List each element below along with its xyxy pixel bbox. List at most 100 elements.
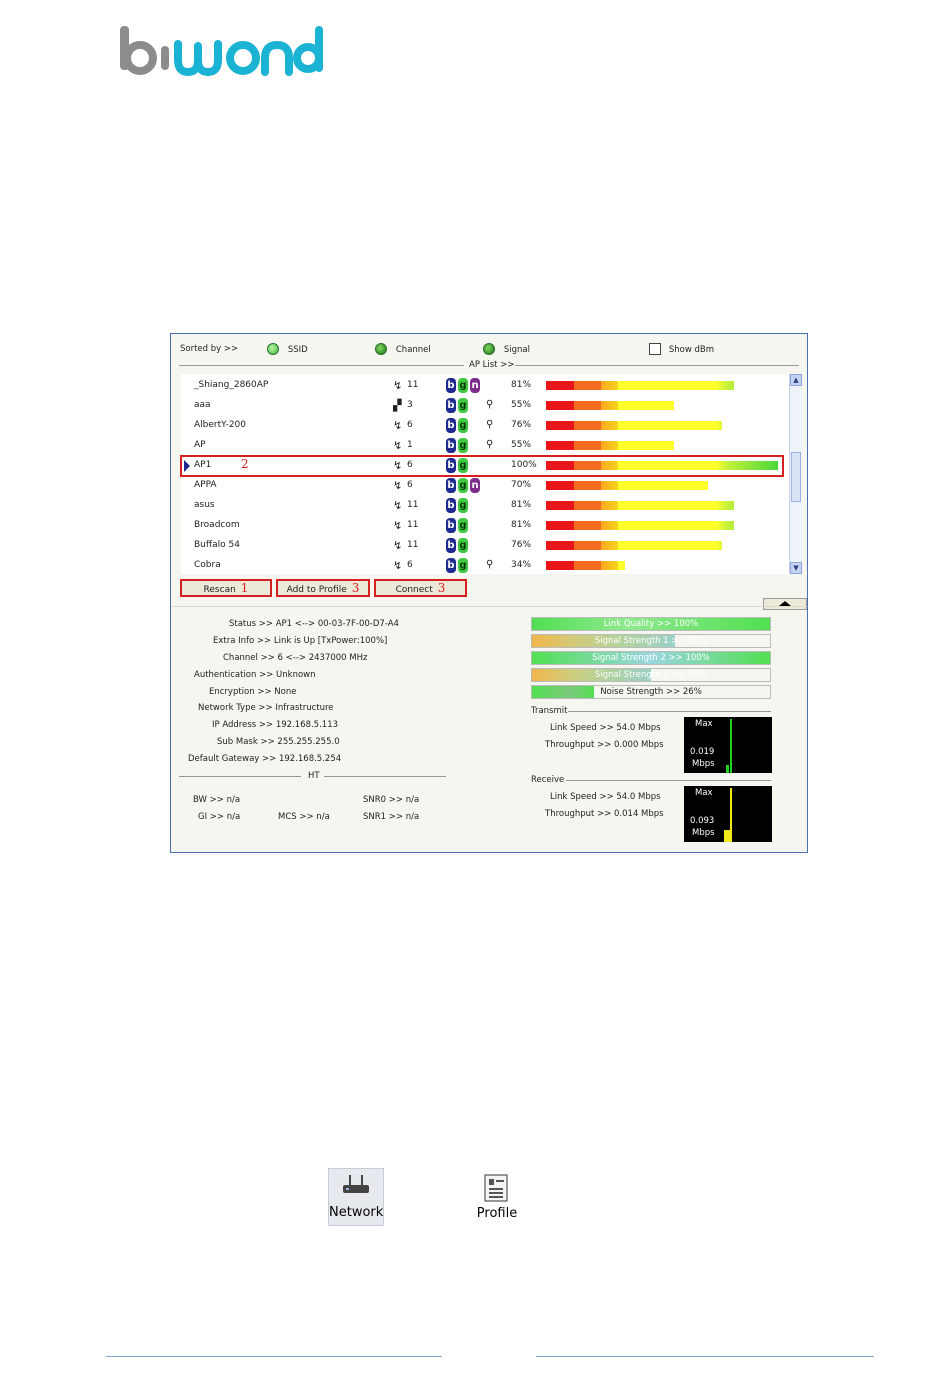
- mode-b-icon: b: [446, 518, 456, 533]
- biwond-logo: [118, 20, 328, 90]
- ap-ssid: AlbertY-200: [194, 420, 246, 430]
- mode-g-icon: g: [458, 498, 468, 513]
- connect-label: Connect: [395, 585, 433, 595]
- ap-row[interactable]: Cobra ↯ 6 b g ⚲ 34%: [181, 556, 783, 576]
- ap-signal-bar: [546, 421, 722, 430]
- link-quality-text: Link Quality >> 100%: [603, 619, 699, 629]
- ap-row[interactable]: APPA ↯ 6 b g n 70%: [181, 476, 783, 496]
- ap-ssid: Cobra: [194, 560, 221, 570]
- rescan-label: Rescan: [203, 585, 236, 595]
- network-label: Network: [329, 1205, 384, 1220]
- add-to-profile-button[interactable]: Add to Profile 3: [276, 579, 370, 597]
- ap-signal-percent: 70%: [511, 480, 532, 490]
- mode-g-icon: g: [458, 438, 468, 453]
- ap-signal-bar: [546, 501, 734, 510]
- ap-ssid: Broadcom: [194, 520, 240, 530]
- profile-app-icon[interactable]: Profile: [470, 1172, 524, 1228]
- mode-g-icon: g: [458, 558, 468, 573]
- ap-signal-percent: 81%: [511, 500, 532, 510]
- scroll-up-icon[interactable]: ▲: [790, 374, 802, 386]
- ap-channel: 11: [407, 540, 419, 550]
- ap-channel: 6: [407, 560, 413, 570]
- tx-throughput-text: Throughput >> 0.000 Mbps: [545, 740, 664, 750]
- mode-g-icon: g: [458, 418, 468, 433]
- mode-g-icon: g: [458, 538, 468, 553]
- selected-arrow-icon: [184, 460, 190, 472]
- snr0-text: SNR0 >> n/a: [363, 795, 420, 805]
- ap-row[interactable]: _Shiang_2860AP ↯ 11 b g n 81%: [181, 376, 783, 396]
- annotation-number: 3: [437, 581, 446, 595]
- ap-row[interactable]: Broadcom ↯ 11 b g 81%: [181, 516, 783, 536]
- ap-signal-bar: [546, 481, 708, 490]
- ap-signal-bar: [546, 521, 734, 530]
- bw-text: BW >> n/a: [193, 795, 241, 805]
- ap-list: _Shiang_2860AP ↯ 11 b g n 81% aaa ▞ 3 b g ⚲ 55% Albert…: [180, 374, 797, 576]
- mode-b-icon: b: [446, 418, 456, 433]
- ap-row[interactable]: AlbertY-200 ↯ 6 b g ⚲ 76%: [181, 416, 783, 436]
- connect-button[interactable]: Connect 3: [374, 579, 467, 597]
- ap-signal-percent: 81%: [511, 520, 532, 530]
- mode-b-icon: b: [446, 538, 456, 553]
- status-text: Status >> AP1 <--> 00-03-7F-00-D7-A4: [229, 619, 399, 629]
- ap-signal-percent: 76%: [511, 540, 532, 550]
- gi-text: GI >> n/a: [198, 812, 241, 822]
- mcs-text: MCS >> n/a: [278, 812, 330, 822]
- annotation-number: 1: [240, 581, 249, 595]
- mode-b-icon: b: [446, 398, 456, 413]
- scroll-thumb[interactable]: [791, 452, 801, 502]
- ap-ssid: Buffalo 54: [194, 540, 240, 550]
- rescan-button[interactable]: Rescan 1: [180, 579, 272, 597]
- ap-row[interactable]: AP1 2 ↯ 6 b g 100%: [180, 455, 784, 477]
- ap-signal-percent: 100%: [511, 460, 537, 470]
- signal-strength-3-text: Signal Strength 3 >> 50%: [594, 670, 708, 680]
- antenna-icon: ↯: [393, 379, 403, 392]
- extra-info-text: Extra Info >> Link is Up [TxPower:100%]: [213, 636, 388, 646]
- mode-g-icon: g: [458, 518, 468, 533]
- collapse-arrow-button[interactable]: [763, 598, 807, 610]
- ap-list-scrollbar[interactable]: ▲ ▼: [789, 374, 802, 574]
- ap-signal-bar: [546, 441, 674, 450]
- link-quality-bar: Link Quality >> 100%: [531, 617, 771, 631]
- rx-link-speed-text: Link Speed >> 54.0 Mbps: [550, 792, 661, 802]
- ap-row[interactable]: AP ↯ 1 b g ⚲ 55%: [181, 436, 783, 456]
- antenna-icon: ↯: [393, 419, 403, 432]
- ap-signal-percent: 55%: [511, 400, 532, 410]
- receive-label: Receive: [531, 775, 565, 785]
- ap-channel: 6: [407, 460, 413, 470]
- antenna-icon: ↯: [393, 559, 403, 572]
- sub-mask-text: Sub Mask >> 255.255.255.0: [217, 737, 340, 747]
- show-dbm-checkbox[interactable]: Show dBm: [649, 343, 714, 355]
- antenna-icon: ↯: [393, 459, 403, 472]
- mode-n-icon: n: [470, 478, 480, 493]
- mode-g-icon: g: [458, 378, 468, 393]
- sort-signal-radio[interactable]: Signal: [483, 343, 530, 355]
- sort-ssid-radio[interactable]: SSID: [267, 343, 308, 355]
- utility-window: Sorted by >> SSID Channel Signal Show dB…: [170, 333, 808, 853]
- channel-text: Channel >> 6 <--> 2437000 MHz: [223, 653, 368, 663]
- ap-ssid: AP: [194, 440, 206, 450]
- ap-channel: 6: [407, 420, 413, 430]
- ap-row[interactable]: Buffalo 54 ↯ 11 b g 76%: [181, 536, 783, 556]
- mode-b-icon: b: [446, 378, 456, 393]
- graph-value-label: 0.019: [690, 747, 715, 757]
- ap-channel: 6: [407, 480, 413, 490]
- lock-icon: ⚲: [486, 559, 494, 570]
- checkbox-icon: [649, 343, 661, 355]
- network-app-icon[interactable]: Network: [328, 1168, 384, 1226]
- tx-link-speed-text: Link Speed >> 54.0 Mbps: [550, 723, 661, 733]
- radio-icon: [483, 343, 495, 355]
- lock-icon: ⚲: [486, 439, 494, 450]
- mode-b-icon: b: [446, 458, 456, 473]
- graph-value-label: 0.093: [690, 816, 715, 826]
- ap-signal-percent: 76%: [511, 420, 532, 430]
- antenna-icon: ↯: [393, 519, 403, 532]
- sort-channel-radio[interactable]: Channel: [375, 343, 431, 355]
- footer-divider: [106, 1356, 442, 1357]
- ap-row[interactable]: asus ↯ 11 b g 81%: [181, 496, 783, 516]
- radio-icon: [375, 343, 387, 355]
- authentication-text: Authentication >> Unknown: [194, 670, 316, 680]
- scroll-down-icon[interactable]: ▼: [790, 562, 802, 574]
- graph-max-label: Max: [695, 719, 713, 729]
- graph-unit-label: Mbps: [692, 828, 715, 838]
- ap-row[interactable]: aaa ▞ 3 b g ⚲ 55%: [181, 396, 783, 416]
